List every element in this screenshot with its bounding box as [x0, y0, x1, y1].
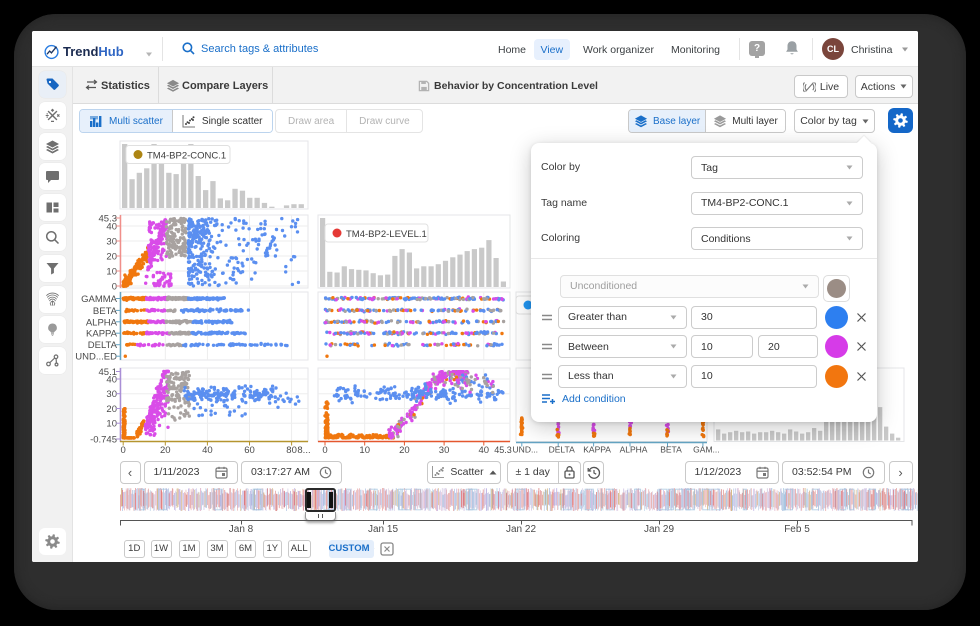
svg-text:UND...ED: UND...ED [75, 352, 117, 363]
svg-text:ALPHA: ALPHA [620, 445, 648, 455]
svg-text:UND...: UND... [513, 445, 539, 455]
svg-text:0: 0 [112, 282, 117, 293]
svg-text:20: 20 [399, 445, 410, 456]
svg-text:KAPPA: KAPPA [86, 329, 118, 340]
svg-text:0: 0 [322, 445, 327, 456]
svg-text:DELTA: DELTA [88, 340, 118, 351]
svg-text:GAM...: GAM... [693, 445, 719, 455]
svg-text:ALPHA: ALPHA [86, 317, 118, 328]
svg-text:8...: 8... [297, 445, 310, 456]
svg-text:GAMMA: GAMMA [81, 294, 118, 305]
svg-text:KAPPA: KAPPA [583, 445, 611, 455]
svg-text:30: 30 [439, 445, 450, 456]
svg-text:10: 10 [359, 445, 370, 456]
svg-text:40: 40 [106, 222, 117, 233]
svg-text:20: 20 [106, 404, 117, 415]
svg-text:40: 40 [106, 375, 117, 386]
svg-text:40: 40 [202, 445, 213, 456]
svg-text:30: 30 [106, 237, 117, 248]
svg-text:BETA: BETA [660, 445, 682, 455]
svg-text:60: 60 [244, 445, 255, 456]
svg-text:20: 20 [160, 445, 171, 456]
svg-text:10: 10 [106, 267, 117, 278]
svg-text:30: 30 [106, 389, 117, 400]
svg-text:DELTA: DELTA [549, 445, 575, 455]
svg-text:40: 40 [479, 445, 490, 456]
svg-text:10: 10 [106, 419, 117, 430]
svg-text:20: 20 [106, 252, 117, 263]
svg-text:BETA: BETA [93, 306, 118, 317]
svg-text:-0.745: -0.745 [90, 435, 117, 446]
svg-text:0: 0 [121, 445, 126, 456]
svg-text:45.3: 45.3 [494, 445, 512, 455]
svg-text:80: 80 [286, 445, 297, 456]
svg-text:TM4-BP2-LEVEL.1: TM4-BP2-LEVEL.1 [346, 229, 427, 240]
svg-text:TM4-BP2-CONC.1: TM4-BP2-CONC.1 [147, 151, 226, 162]
